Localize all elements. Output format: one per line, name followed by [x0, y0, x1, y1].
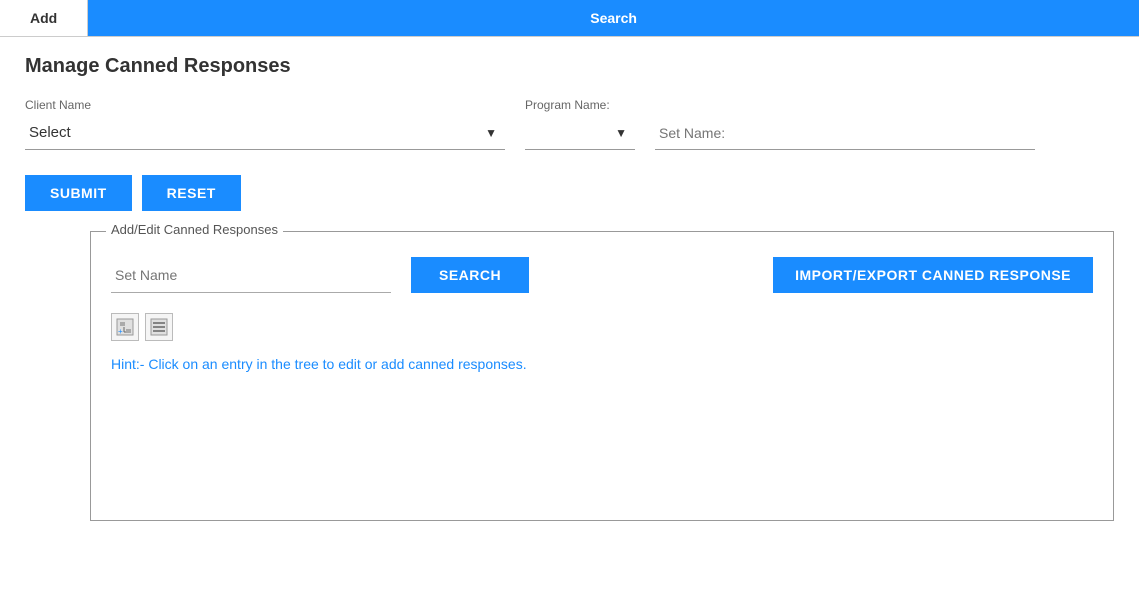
- tab-bar: Add Search: [0, 0, 1139, 37]
- reset-button[interactable]: RESET: [142, 175, 241, 211]
- icon-buttons-row: +: [111, 313, 1093, 341]
- main-container: Add Search Manage Canned Responses Clien…: [0, 0, 1139, 590]
- panel-legend: Add/Edit Canned Responses: [106, 222, 283, 237]
- program-name-select-wrapper: ▼: [525, 116, 635, 150]
- svg-text:+: +: [118, 327, 123, 336]
- add-tree-icon: +: [116, 318, 134, 336]
- page-title: Manage Canned Responses: [0, 37, 1139, 88]
- tab-add[interactable]: Add: [0, 0, 88, 36]
- client-name-label: Client Name: [25, 98, 505, 112]
- program-name-select[interactable]: [525, 116, 635, 150]
- import-export-button[interactable]: IMPORT/EXPORT CANNED RESPONSE: [773, 257, 1093, 293]
- panel-top-row: SEARCH IMPORT/EXPORT CANNED RESPONSE: [111, 257, 1093, 293]
- form-section: Client Name Select ▼ Program Name: ▼: [0, 88, 1139, 165]
- client-name-select[interactable]: Select: [25, 116, 505, 150]
- list-view-icon-button[interactable]: [145, 313, 173, 341]
- hint-suffix: the tree to edit or add canned responses…: [267, 356, 526, 372]
- add-edit-panel: Add/Edit Canned Responses SEARCH IMPORT/…: [90, 231, 1114, 521]
- tab-search[interactable]: Search: [88, 0, 1139, 36]
- program-name-field-group: Program Name: ▼: [525, 98, 635, 150]
- hint-blue-word: in: [257, 356, 268, 372]
- hint-prefix: Hint:- Click on an entry: [111, 356, 257, 372]
- add-entry-icon-button[interactable]: +: [111, 313, 139, 341]
- submit-button[interactable]: SUBMIT: [25, 175, 132, 211]
- set-name-input[interactable]: [655, 116, 1035, 150]
- hint-text: Hint:- Click on an entry in the tree to …: [111, 356, 1093, 372]
- panel-search-button[interactable]: SEARCH: [411, 257, 529, 293]
- program-name-label: Program Name:: [525, 98, 635, 112]
- client-name-select-wrapper: Select ▼: [25, 116, 505, 150]
- set-name-field-group: [655, 116, 1035, 150]
- panel-set-name-input[interactable]: [111, 257, 391, 293]
- list-tree-icon: [150, 318, 168, 336]
- client-name-field-group: Client Name Select ▼: [25, 98, 505, 150]
